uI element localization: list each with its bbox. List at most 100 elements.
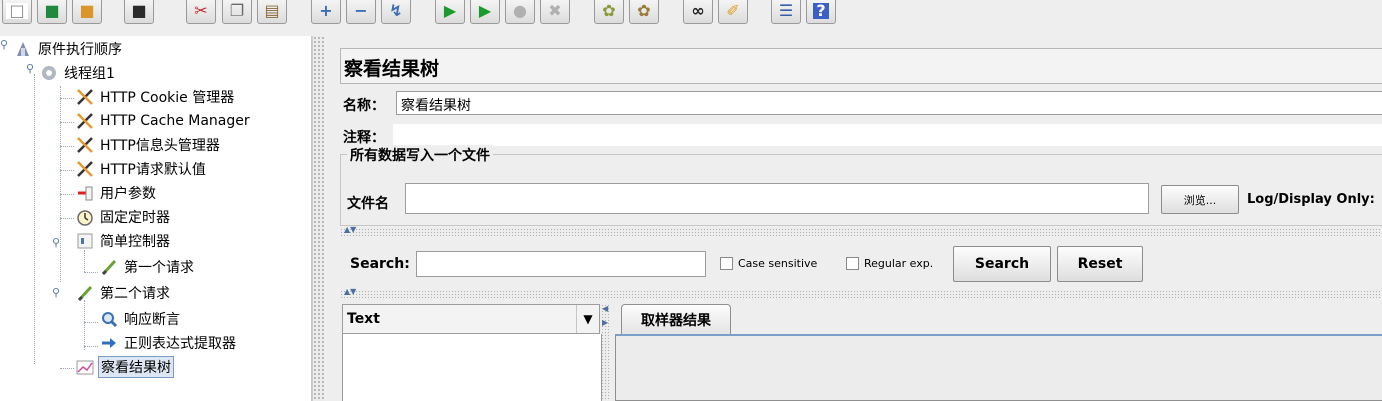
tree-node[interactable]: HTTP信息头管理器	[76, 134, 222, 156]
tree-node-label: 察看结果树	[98, 356, 174, 378]
name-label: 名称：	[343, 98, 385, 114]
function-helper-icon: ☰	[778, 1, 794, 20]
tree-node-label: 原件执行顺序	[38, 42, 122, 58]
expand-icon: +	[319, 1, 333, 20]
tree-node-label: 第二个请求	[100, 286, 170, 302]
collapse-handle[interactable]: ⚲	[0, 39, 12, 51]
write-to-file-title: 所有数据写入一个文件	[347, 145, 493, 165]
cut-icon: ✂	[194, 1, 208, 20]
save-icon: ■	[131, 1, 147, 20]
panel-title: 察看结果树	[344, 58, 440, 80]
renderer-select[interactable]: Text ▼	[342, 304, 600, 334]
clear-button[interactable]: ✿	[594, 0, 624, 24]
sampler-icon	[76, 284, 94, 302]
tree-node[interactable]: 第一个请求	[100, 256, 196, 278]
chevron-down-icon[interactable]: ▼	[576, 305, 599, 333]
results-splitter[interactable]: ◀ ▶	[601, 304, 611, 401]
toggle-icon: ↯	[389, 1, 403, 20]
tree-node[interactable]: HTTP请求默认值	[76, 158, 208, 180]
collapse-handle[interactable]: ⚲	[26, 63, 38, 75]
templates-button[interactable]: ■	[37, 0, 67, 24]
results-list[interactable]	[342, 334, 602, 401]
tree-node-label: 第一个请求	[124, 260, 194, 276]
splitter-arrows-icon[interactable]: ▲▼	[344, 288, 356, 296]
new-icon: □	[6, 3, 28, 19]
open-icon: ■	[79, 1, 95, 20]
panel-title-box: 察看结果树	[340, 48, 1382, 84]
tree-node[interactable]: 第二个请求	[76, 282, 172, 304]
collapse-handle[interactable]: ⚲	[52, 237, 64, 249]
tree-node[interactable]: 用户参数	[76, 182, 158, 204]
checkbox-box[interactable]	[846, 257, 859, 270]
new-button[interactable]: □	[2, 0, 32, 24]
regular-exp-checkbox[interactable]: Regular exp.	[846, 257, 933, 270]
tree-node-label: HTTP Cache Manager	[100, 113, 250, 129]
checkbox-box[interactable]	[720, 257, 733, 270]
start-button[interactable]: ▶	[435, 0, 465, 24]
left-arrow-icon[interactable]: ◀	[602, 304, 608, 313]
tree-node[interactable]: 固定定时器	[76, 206, 172, 228]
tree-node-label: HTTP请求默认值	[100, 162, 206, 178]
expand-button[interactable]: +	[311, 0, 341, 24]
browse-button[interactable]: 浏览...	[1161, 185, 1239, 214]
write-to-file-group: 所有数据写入一个文件 文件名 浏览... Log/Display Only:	[340, 145, 1382, 226]
splitter-arrows-icon[interactable]: ▲▼	[344, 226, 356, 234]
paste-button[interactable]: ▤	[257, 0, 287, 24]
splitter[interactable]	[340, 228, 1382, 236]
copy-button[interactable]: ❐	[222, 0, 252, 24]
tab-sampler-result[interactable]: 取样器结果	[621, 304, 731, 334]
help-button[interactable]: ?	[806, 0, 836, 24]
reset-search-icon: ✐	[726, 1, 740, 20]
tree-node[interactable]: 简单控制器	[76, 230, 172, 252]
tree-node-label: HTTP Cookie 管理器	[100, 90, 235, 106]
config-tool-icon	[76, 160, 94, 178]
function-helper-button[interactable]: ☰	[771, 0, 801, 24]
cut-button[interactable]: ✂	[186, 0, 216, 24]
timer-icon	[76, 208, 94, 226]
tree-node[interactable]: 响应断言	[100, 308, 182, 330]
tree-node[interactable]: HTTP Cookie 管理器	[76, 86, 236, 108]
reset-button[interactable]: Reset	[1057, 246, 1143, 282]
shutdown-icon: ✖	[548, 1, 562, 20]
search-label: Search:	[350, 256, 410, 272]
toggle-button[interactable]: ↯	[381, 0, 411, 24]
test-plan-tree[interactable]: ⚲ ⚲ ⚲ ⚲ 原件执行顺序 线程组1 HTTP Cookie 管理器 HTTP…	[0, 36, 312, 401]
name-field[interactable]: 察看结果树	[396, 91, 1382, 115]
tree-node[interactable]: 正则表达式提取器	[100, 332, 238, 354]
reset-search-button[interactable]: ✐	[718, 0, 748, 24]
tree-node-label: 用户参数	[100, 186, 156, 202]
regular-exp-label: Regular exp.	[864, 257, 934, 270]
tree-node[interactable]: HTTP Cache Manager	[76, 110, 252, 132]
collapse-icon: −	[354, 1, 368, 20]
search-button[interactable]: Search	[953, 246, 1051, 282]
start-no-pause-button[interactable]: ▶	[470, 0, 500, 24]
main-splitter[interactable]	[312, 36, 324, 401]
templates-icon: ■	[44, 1, 60, 20]
tree-node[interactable]: 原件执行顺序	[14, 38, 124, 60]
search-input[interactable]	[416, 251, 706, 277]
start-icon: ▶	[443, 1, 457, 20]
tree-node-label: HTTP信息头管理器	[100, 138, 220, 154]
right-arrow-icon[interactable]: ▶	[602, 318, 608, 327]
stop-button[interactable]: ●	[505, 0, 535, 24]
open-button[interactable]: ■	[72, 0, 102, 24]
filename-field[interactable]	[405, 183, 1149, 214]
clear-all-button[interactable]: ✿	[629, 0, 659, 24]
thread-group-icon	[40, 64, 58, 82]
sampler-result-content	[615, 334, 1382, 401]
collapse-button[interactable]: −	[346, 0, 376, 24]
clear-all-icon: ✿	[637, 1, 651, 20]
shutdown-button[interactable]: ✖	[540, 0, 570, 24]
search-button[interactable]: ∞	[683, 0, 713, 24]
search-icon: ∞	[691, 1, 705, 20]
comment-field[interactable]	[392, 123, 1382, 147]
splitter[interactable]	[340, 290, 1382, 298]
paste-icon: ▤	[264, 1, 280, 20]
config-tool-icon	[76, 88, 94, 106]
comment-row: 注释：	[340, 123, 1382, 149]
case-sensitive-checkbox[interactable]: Case sensitive	[720, 257, 817, 270]
collapse-handle[interactable]: ⚲	[52, 287, 64, 299]
tree-node[interactable]: 线程组1	[40, 62, 117, 84]
save-button[interactable]: ■	[124, 0, 154, 24]
tree-node[interactable]: 察看结果树	[76, 356, 174, 378]
